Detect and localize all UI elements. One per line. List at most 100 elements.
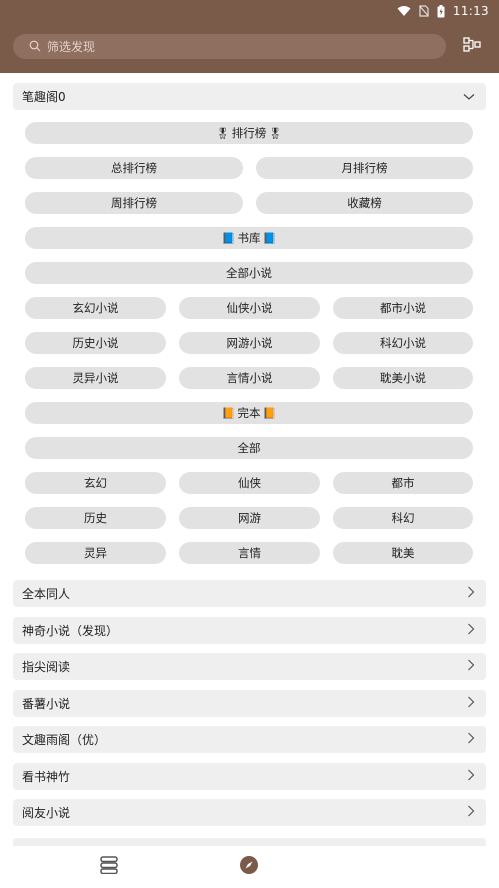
medal-icon: 🎖 <box>268 126 283 140</box>
group-header-7[interactable]: 阅友小说 <box>13 799 486 826</box>
pill-label: 灵异小说 <box>72 371 119 385</box>
pill-genre[interactable]: 耽美 <box>333 542 473 564</box>
bookshelf-icon <box>99 856 119 878</box>
pill-label: 都市小说 <box>380 301 426 315</box>
pill-label: 网游小说 <box>226 336 273 350</box>
mode-toggle-icon <box>463 37 481 57</box>
pill-complete-header[interactable]: 📙 完本 📙 <box>25 402 473 424</box>
chevron-right-icon <box>467 732 475 747</box>
pill-genre[interactable]: 科幻 <box>333 507 473 529</box>
group-title: 笔趣阁0 <box>22 90 66 104</box>
pill-genre[interactable]: 科幻小说 <box>333 332 473 354</box>
wifi-icon <box>397 5 411 17</box>
chevron-right-icon <box>467 769 475 784</box>
pill-label: 耽美 <box>391 546 415 560</box>
pill-genre[interactable]: 灵异 <box>25 542 166 564</box>
pill-label: 都市 <box>391 476 415 490</box>
group-header-2[interactable]: 神奇小说（发现） <box>13 617 486 644</box>
pill-genre[interactable]: 玄幻小说 <box>25 297 166 319</box>
pill-rank-header[interactable]: 🎖 排行榜 🎖 <box>25 122 473 144</box>
pill-favorites-rank[interactable]: 收藏榜 <box>256 192 473 214</box>
pill-genre[interactable]: 都市 <box>333 472 473 494</box>
book-icon: 📘 <box>262 231 277 245</box>
pill-label: 仙侠 <box>238 476 261 490</box>
pill-label: 科幻 <box>391 511 415 525</box>
search-icon <box>29 37 41 56</box>
pill-label: 历史小说 <box>72 336 119 350</box>
pill-genre[interactable]: 历史小说 <box>25 332 166 354</box>
chevron-right-icon <box>467 805 475 820</box>
pill-label: 排行榜 <box>231 126 267 140</box>
bottom-nav <box>0 846 499 888</box>
pill-label: 科幻小说 <box>380 336 426 350</box>
pill-label: 耽美小说 <box>380 371 426 385</box>
chevron-down-icon <box>463 90 475 104</box>
pill-label: 周排行榜 <box>111 196 157 210</box>
pill-genre[interactable]: 都市小说 <box>333 297 473 319</box>
search-box[interactable] <box>13 34 446 59</box>
group-title: 阅友小说 <box>22 806 71 820</box>
pill-label: 言情小说 <box>226 371 273 385</box>
group-title: 全本同人 <box>22 587 71 601</box>
search-input[interactable] <box>45 38 429 55</box>
pill-genre[interactable]: 历史 <box>25 507 166 529</box>
pill-week-rank[interactable]: 周排行榜 <box>25 192 243 214</box>
group-header-4[interactable]: 番薯小说 <box>13 690 486 717</box>
book-icon: 📙 <box>262 406 277 420</box>
pill-label: 总排行榜 <box>111 161 157 175</box>
pill-label: 网游 <box>238 511 261 525</box>
medal-icon: 🎖 <box>215 126 230 140</box>
pill-all-novels[interactable]: 全部小说 <box>25 262 473 284</box>
pill-label: 收藏榜 <box>347 196 382 210</box>
group-title: 番薯小说 <box>22 697 71 711</box>
pill-genre[interactable]: 网游小说 <box>179 332 320 354</box>
pill-library-header[interactable]: 📘 书库 📘 <box>25 227 473 249</box>
chevron-right-icon <box>467 696 475 711</box>
pill-label: 完本 <box>237 406 261 420</box>
group-header-5[interactable]: 文趣雨阁（优） <box>13 726 486 753</box>
pill-label: 月排行榜 <box>341 161 388 175</box>
pill-month-rank[interactable]: 月排行榜 <box>256 157 473 179</box>
nav-bookshelf-button[interactable] <box>97 855 121 879</box>
chevron-right-icon <box>467 659 475 674</box>
nav-discover-button[interactable] <box>237 855 261 879</box>
pill-genre[interactable]: 玄幻 <box>25 472 166 494</box>
status-time: 11:13 <box>452 4 489 18</box>
group-title: 神奇小说（发现） <box>22 624 119 638</box>
pill-label: 玄幻 <box>84 476 107 490</box>
group-header-6[interactable]: 看书神竹 <box>13 763 486 790</box>
pill-label: 历史 <box>84 511 107 525</box>
pill-genre[interactable]: 网游 <box>179 507 320 529</box>
pill-label: 玄幻小说 <box>72 301 119 315</box>
group-header-1[interactable]: 全本同人 <box>13 580 486 607</box>
status-bar: 11:13 <box>0 0 499 22</box>
pill-all[interactable]: 全部 <box>25 437 473 459</box>
pill-label: 书库 <box>237 231 261 245</box>
pill-label: 仙侠小说 <box>226 301 273 315</box>
pill-label: 言情 <box>238 546 261 560</box>
pill-genre[interactable]: 言情 <box>179 542 320 564</box>
no-sim-icon <box>418 5 429 17</box>
group-header-3[interactable]: 指尖阅读 <box>13 653 486 680</box>
mode-toggle-button[interactable] <box>461 36 483 58</box>
pill-genre[interactable]: 言情小说 <box>179 367 320 389</box>
pill-label: 全部 <box>237 441 261 455</box>
group-title: 看书神竹 <box>22 770 71 784</box>
book-icon: 📙 <box>221 406 236 420</box>
group-title: 文趣雨阁（优） <box>22 733 107 747</box>
group-title: 指尖阅读 <box>22 660 71 674</box>
pill-genre[interactable]: 仙侠 <box>179 472 320 494</box>
battery-charging-icon <box>437 4 445 18</box>
pill-genre[interactable]: 仙侠小说 <box>179 297 320 319</box>
pill-total-rank[interactable]: 总排行榜 <box>25 157 243 179</box>
pill-genre[interactable]: 耽美小说 <box>333 367 473 389</box>
compass-icon <box>239 855 259 879</box>
pill-label: 灵异 <box>84 546 107 560</box>
pill-label: 全部小说 <box>226 266 272 280</box>
pill-genre[interactable]: 灵异小说 <box>25 367 166 389</box>
app-header: 11:13 <box>0 0 499 73</box>
chevron-right-icon <box>467 623 475 638</box>
book-icon: 📘 <box>221 231 236 245</box>
chevron-right-icon <box>467 586 475 601</box>
group-header-0[interactable]: 笔趣阁0 <box>13 83 486 110</box>
